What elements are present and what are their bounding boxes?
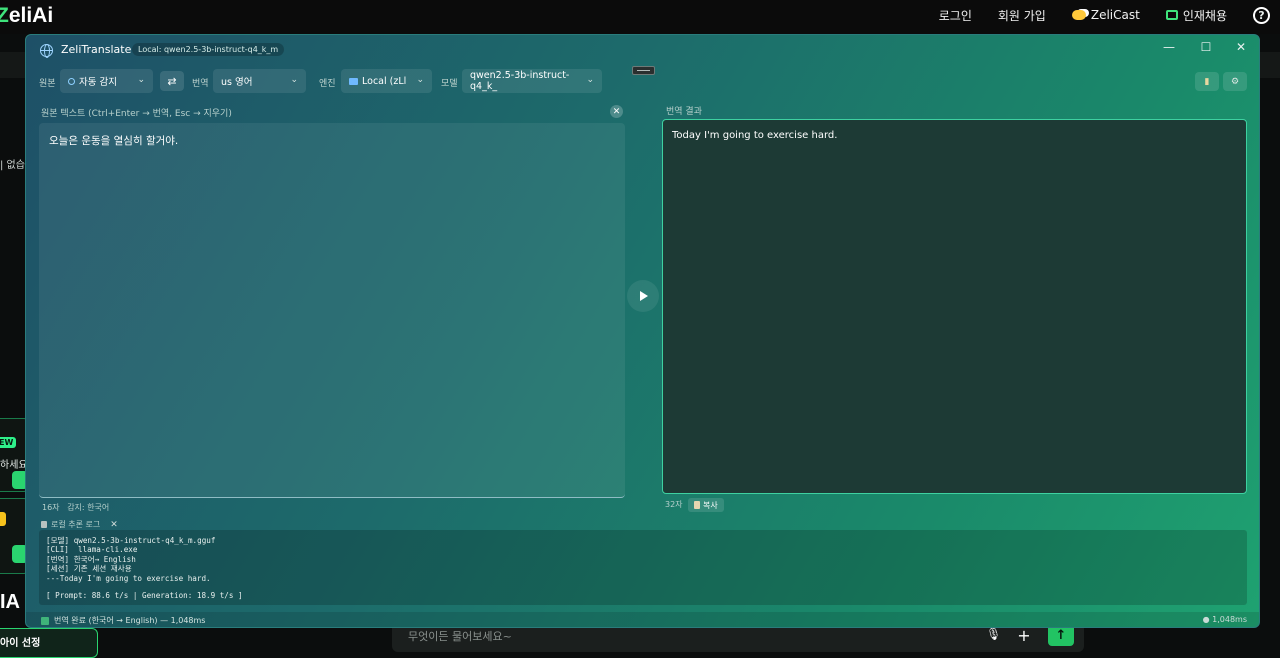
- background-heading: IA: [0, 591, 20, 613]
- source-lang-label: 원본: [39, 79, 56, 89]
- translate-window: ZeliTranslate Local: qwen2.5-3b-instruct…: [25, 34, 1260, 628]
- log-title: 로컬 추론 로그: [51, 520, 101, 529]
- help-icon[interactable]: ?: [1253, 6, 1270, 24]
- new-badge: EW: [0, 437, 17, 448]
- globe-icon: [40, 44, 53, 58]
- log-perf: [ Prompt: 88.6 t/s | Generation: 18.9 t/…: [46, 591, 243, 600]
- source-meta: 16자 감지: 한국어: [42, 502, 109, 513]
- background-badge: [0, 512, 6, 526]
- zelicast-link[interactable]: ZeliCast: [1071, 8, 1140, 22]
- minimize-button[interactable]: —: [1159, 40, 1179, 54]
- detected-language: 감지: 한국어: [67, 503, 110, 512]
- background-text: | 없습: [0, 160, 25, 171]
- window-title: ZeliTranslate: [61, 43, 132, 56]
- copy-button[interactable]: 복사: [688, 498, 724, 512]
- translate-button[interactable]: [627, 280, 659, 312]
- top-nav: 로그인 회원 가입 ZeliCast 인재채용 ?: [939, 0, 1280, 30]
- output-char-count: 32자: [665, 500, 683, 509]
- clipboard-icon: [694, 501, 700, 509]
- log-lines: [모델] qwen2.5-3b-instruct-q4_k_m.gguf [CLI…: [46, 536, 215, 583]
- log-line: [번역] 한국어→ English: [46, 554, 136, 564]
- toolbar: 원본 자동 감지 ⌄ ⇄ 번역 us 영어 ⌄ 엔진 Local (zLl ⌄ …: [26, 69, 1259, 95]
- model-label: 모델: [441, 79, 458, 89]
- chevron-down-icon: ⌄: [137, 75, 145, 85]
- log-line: [세션] 기존 세션 재사용: [46, 564, 132, 574]
- mic-icon[interactable]: 🎙: [986, 627, 1001, 641]
- source-text-label: 원본 텍스트 (Ctrl+Enter → 번역, Esc → 지우기): [41, 109, 232, 119]
- output-box[interactable]: Today I'm going to exercise hard.: [662, 119, 1247, 494]
- status-bar: 번역 완료 (한국어 → English) — 1,048ms ● 1,048m…: [26, 612, 1259, 627]
- background-text: 하세요: [0, 460, 28, 471]
- inference-log: [모델] qwen2.5-3b-instruct-q4_k_m.gguf [CLI…: [39, 530, 1247, 605]
- chat-placeholder: 무엇이든 물어보세요~: [408, 630, 512, 643]
- dictionary-icon[interactable]: ▮: [1195, 72, 1219, 91]
- site-header: ZeliAi 로그인 회원 가입 ZeliCast 인재채용 ?: [0, 0, 1280, 34]
- laptop-icon: [349, 77, 358, 85]
- log-close-button[interactable]: ✕: [110, 520, 118, 530]
- briefcase-icon: [1165, 10, 1178, 20]
- signup-link[interactable]: 회원 가입: [998, 7, 1046, 24]
- model-select[interactable]: qwen2.5-3b-instruct-q4_k_ ⌄: [462, 69, 602, 93]
- output-text: Today I'm going to exercise hard.: [672, 130, 838, 141]
- log-line: ---Today I'm going to exercise hard.: [46, 573, 211, 583]
- engine-select[interactable]: Local (zLl ⌄: [341, 69, 432, 93]
- search-icon: [68, 77, 75, 85]
- clear-button[interactable]: ✕: [610, 105, 623, 118]
- source-textarea[interactable]: 오늘은 운동을 열심히 할거야.: [39, 123, 625, 498]
- close-button[interactable]: ✕: [1231, 40, 1251, 54]
- check-icon: [41, 616, 49, 625]
- document-icon: [41, 521, 47, 528]
- source-char-count: 16자: [42, 503, 60, 512]
- chevron-down-icon: ⌄: [416, 75, 424, 85]
- maximize-button[interactable]: ☐: [1196, 40, 1216, 54]
- status-right: ● 1,048ms: [1202, 615, 1247, 624]
- log-header: 로컬 추론 로그 ✕: [41, 519, 118, 530]
- swap-languages-button[interactable]: ⇄: [160, 71, 184, 91]
- log-line: [모델] qwen2.5-3b-instruct-q4_k_m.gguf: [46, 536, 216, 545]
- chevron-down-icon: ⌄: [586, 75, 594, 85]
- source-lang-select[interactable]: 자동 감지 ⌄: [60, 69, 153, 93]
- source-text: 오늘은 운동을 열심히 할거야.: [49, 135, 179, 147]
- title-bar[interactable]: ZeliTranslate Local: qwen2.5-3b-instruct…: [26, 35, 1259, 65]
- background-card-label: 아이 선정: [0, 638, 41, 649]
- jobs-link[interactable]: 인재채용: [1165, 7, 1227, 24]
- login-link[interactable]: 로그인: [939, 7, 972, 24]
- weather-icon: [1071, 10, 1086, 20]
- site-logo[interactable]: ZeliAi: [0, 4, 53, 28]
- status-left: 번역 완료 (한국어 → English) — 1,048ms: [41, 615, 205, 626]
- gear-icon[interactable]: ⚙: [1223, 72, 1247, 91]
- model-badge: Local: qwen2.5-3b-instruct-q4_k_m: [132, 43, 285, 56]
- target-lang-select[interactable]: us 영어 ⌄: [213, 69, 306, 93]
- engine-label: 엔진: [319, 79, 336, 89]
- log-line: [CLI] llama-cli.exe: [46, 545, 138, 555]
- target-lang-label: 번역: [192, 79, 209, 89]
- chevron-down-icon: ⌄: [290, 75, 298, 85]
- output-label: 번역 결과: [666, 107, 702, 117]
